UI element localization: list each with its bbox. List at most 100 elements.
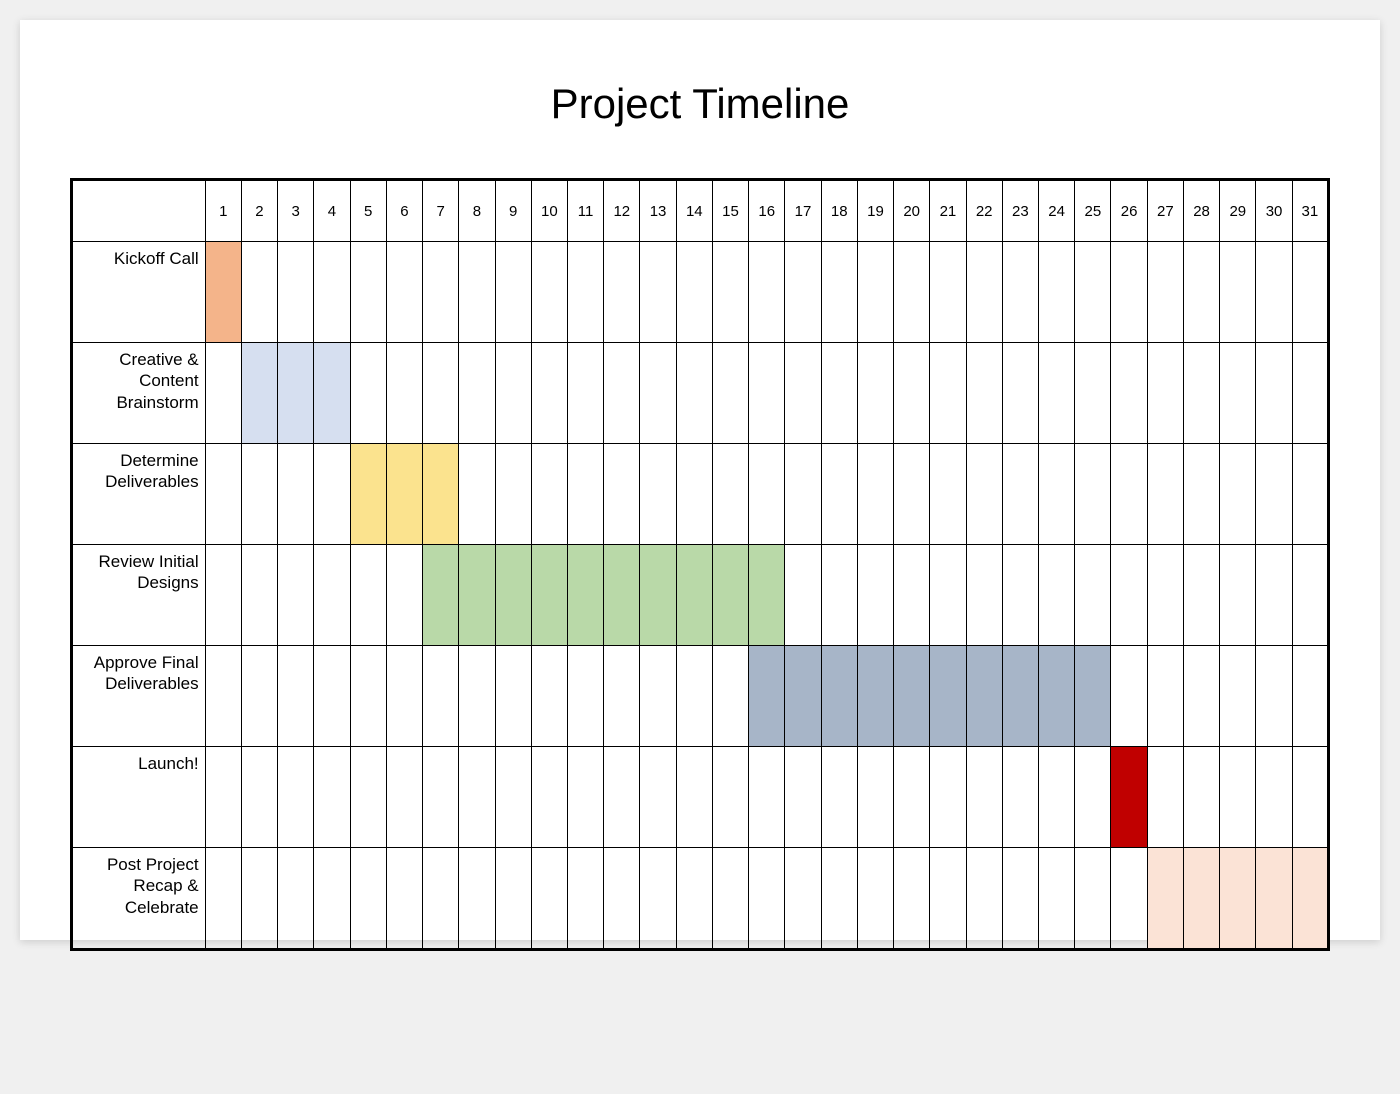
- page-wrapper: Project Timeline 12345678910111213141516…: [0, 0, 1400, 1094]
- gantt-cell: [1256, 444, 1292, 545]
- day-header-30: 30: [1256, 180, 1292, 242]
- gantt-cell: [495, 242, 531, 343]
- gantt-cell: [930, 747, 966, 848]
- gantt-cell-filled: [350, 444, 386, 545]
- gantt-cell: [821, 848, 857, 950]
- task-label: Approve Final Deliverables: [72, 646, 206, 747]
- gantt-cell-filled: [1039, 646, 1075, 747]
- gantt-cell-filled: [821, 646, 857, 747]
- chart-title: Project Timeline: [70, 80, 1330, 128]
- gantt-cell: [1256, 646, 1292, 747]
- gantt-cell: [205, 343, 241, 444]
- gantt-cell: [894, 444, 930, 545]
- day-header-9: 9: [495, 180, 531, 242]
- gantt-cell: [314, 747, 350, 848]
- gantt-cell: [640, 444, 676, 545]
- gantt-chart: 1234567891011121314151617181920212223242…: [70, 178, 1330, 951]
- gantt-cell: [278, 646, 314, 747]
- gantt-cell: [640, 848, 676, 950]
- gantt-cell: [314, 444, 350, 545]
- day-header-11: 11: [567, 180, 603, 242]
- gantt-cell: [821, 444, 857, 545]
- gantt-cell-filled: [894, 646, 930, 747]
- gantt-cell: [241, 646, 277, 747]
- gantt-cell-filled: [1075, 646, 1111, 747]
- gantt-cell: [278, 747, 314, 848]
- gantt-cell: [676, 646, 712, 747]
- gantt-cell: [1039, 444, 1075, 545]
- gantt-cell: [459, 747, 495, 848]
- gantt-cell: [386, 545, 422, 646]
- gantt-cell: [749, 848, 785, 950]
- day-header-17: 17: [785, 180, 821, 242]
- gantt-cell: [857, 444, 893, 545]
- gantt-body: Kickoff CallCreative & Content Brainstor…: [72, 242, 1329, 950]
- gantt-cell: [894, 242, 930, 343]
- gantt-cell-filled: [966, 646, 1002, 747]
- gantt-cell: [966, 848, 1002, 950]
- gantt-cell: [785, 444, 821, 545]
- gantt-cell-filled: [1183, 848, 1219, 950]
- gantt-cell: [1075, 444, 1111, 545]
- gantt-cell-filled: [1111, 747, 1147, 848]
- gantt-cell: [278, 444, 314, 545]
- day-header-21: 21: [930, 180, 966, 242]
- day-header-5: 5: [350, 180, 386, 242]
- gantt-cell-filled: [423, 444, 459, 545]
- gantt-cell: [1292, 646, 1328, 747]
- gantt-cell: [712, 444, 748, 545]
- gantt-cell-filled: [278, 343, 314, 444]
- task-label: Review Initial Designs: [72, 545, 206, 646]
- gantt-row: Creative & Content Brainstorm: [72, 343, 1329, 444]
- gantt-cell: [966, 747, 1002, 848]
- gantt-cell: [1039, 343, 1075, 444]
- gantt-cell: [821, 343, 857, 444]
- gantt-cell: [1075, 242, 1111, 343]
- gantt-cell: [604, 242, 640, 343]
- gantt-cell: [966, 242, 1002, 343]
- day-header-4: 4: [314, 180, 350, 242]
- gantt-cell: [350, 747, 386, 848]
- gantt-cell-filled: [241, 343, 277, 444]
- gantt-cell: [640, 747, 676, 848]
- gantt-cell-filled: [1147, 848, 1183, 950]
- day-header-16: 16: [749, 180, 785, 242]
- gantt-cell: [785, 545, 821, 646]
- gantt-cell-filled: [604, 545, 640, 646]
- gantt-cell: [241, 545, 277, 646]
- gantt-cell: [1147, 444, 1183, 545]
- gantt-cell: [423, 343, 459, 444]
- gantt-cell: [495, 646, 531, 747]
- gantt-cell: [567, 747, 603, 848]
- gantt-cell: [1256, 545, 1292, 646]
- task-label: Kickoff Call: [72, 242, 206, 343]
- gantt-cell: [1147, 747, 1183, 848]
- day-header-23: 23: [1002, 180, 1038, 242]
- gantt-cell: [857, 848, 893, 950]
- gantt-cell: [386, 343, 422, 444]
- gantt-cell: [531, 343, 567, 444]
- gantt-cell: [894, 747, 930, 848]
- task-label: Post Project Recap & Celebrate: [72, 848, 206, 950]
- gantt-cell: [205, 444, 241, 545]
- gantt-cell: [1111, 646, 1147, 747]
- gantt-cell: [930, 848, 966, 950]
- gantt-cell: [1039, 747, 1075, 848]
- gantt-cell: [205, 646, 241, 747]
- gantt-cell: [1111, 242, 1147, 343]
- gantt-cell: [423, 747, 459, 848]
- gantt-cell: [1220, 646, 1256, 747]
- gantt-cell: [1220, 747, 1256, 848]
- gantt-cell: [640, 242, 676, 343]
- gantt-cell: [1256, 747, 1292, 848]
- gantt-cell-filled: [640, 545, 676, 646]
- day-header-12: 12: [604, 180, 640, 242]
- gantt-cell: [386, 242, 422, 343]
- gantt-cell-filled: [495, 545, 531, 646]
- gantt-cell: [640, 343, 676, 444]
- gantt-cell: [966, 545, 1002, 646]
- gantt-cell: [930, 343, 966, 444]
- gantt-cell: [857, 545, 893, 646]
- gantt-cell: [1002, 747, 1038, 848]
- gantt-cell: [531, 444, 567, 545]
